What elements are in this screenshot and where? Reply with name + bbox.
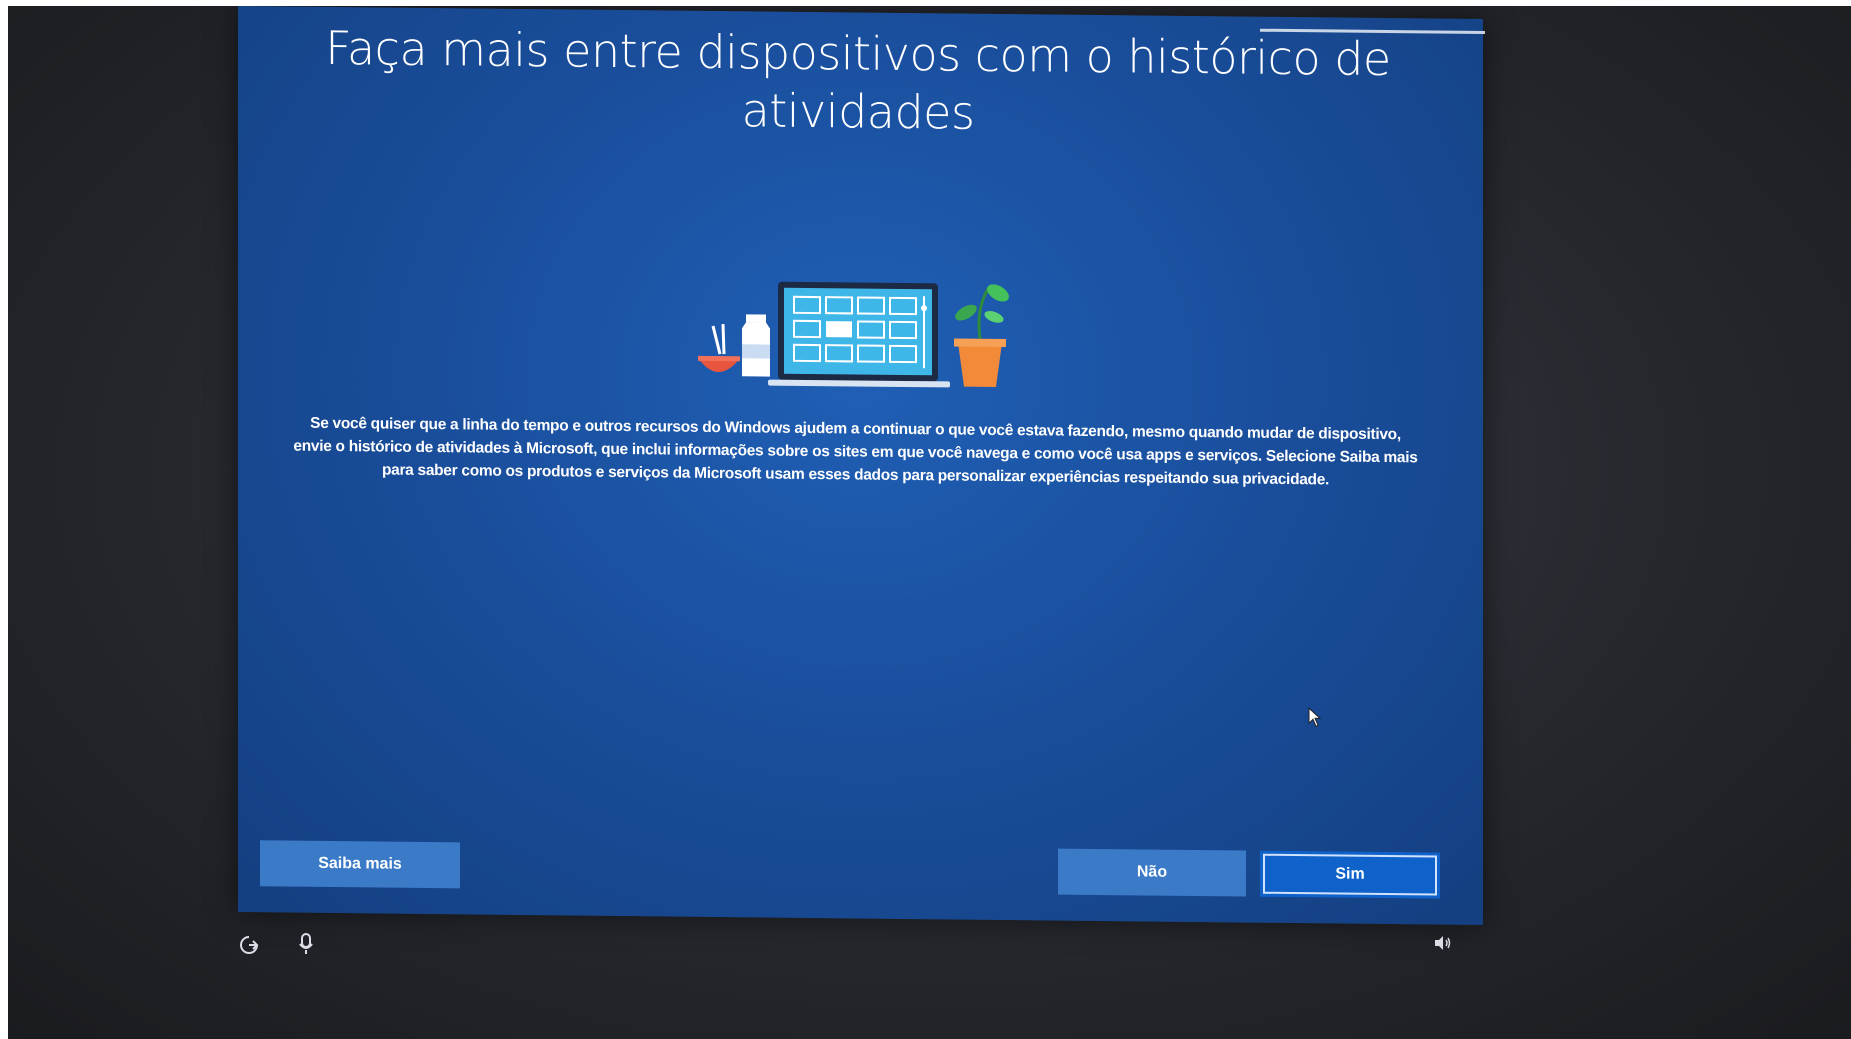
description-part-2: para saber como os produtos e serviços d… [381, 461, 1330, 489]
microphone-icon[interactable] [298, 932, 314, 956]
oobe-screen: Faça mais entre dispositivos com o histó… [238, 6, 1485, 926]
volume-icon[interactable] [1433, 934, 1453, 952]
no-button[interactable]: Não [1058, 848, 1246, 897]
bowl-icon [698, 324, 740, 373]
activity-history-illustration [698, 281, 1009, 388]
mouse-cursor-icon [1308, 707, 1322, 727]
learn-more-button[interactable]: Saiba mais [260, 840, 460, 889]
description-part-1: Se você quiser que a linha do tempo e ou… [293, 414, 1401, 466]
description-learn-more-bold: Saiba mais [1339, 448, 1418, 467]
photo-frame: Faça mais entre dispositivos com o histó… [8, 6, 1851, 1039]
accessibility-icon[interactable] [238, 934, 260, 956]
laptop-icon [768, 281, 950, 388]
description-text: Se você quiser que a linha do tempo e ou… [293, 412, 1418, 493]
yes-button[interactable]: Sim [1260, 850, 1440, 899]
plant-icon [954, 284, 1009, 387]
bottle-icon [742, 314, 770, 377]
page-title: Faça mais entre dispositivos com o histó… [325, 20, 1391, 140]
